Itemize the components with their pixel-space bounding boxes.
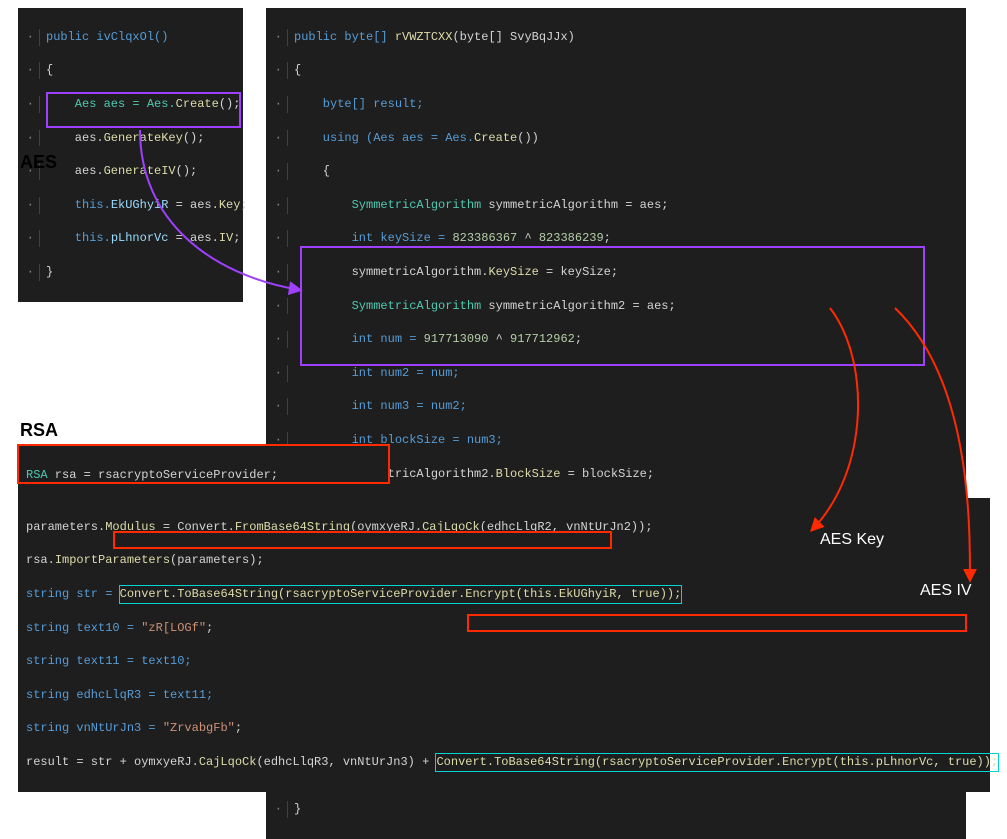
label-aes: AES: [20, 152, 57, 173]
cyan-box-aes-iv: Convert.ToBase64String(rsacryptoServiceP…: [436, 754, 998, 771]
label-aes-iv: AES IV: [920, 582, 972, 600]
cyan-box-aes-key: Convert.ToBase64String(rsacryptoServiceP…: [120, 586, 682, 603]
label-aes-key: AES Key: [820, 531, 884, 549]
label-rsa: RSA: [20, 420, 58, 441]
